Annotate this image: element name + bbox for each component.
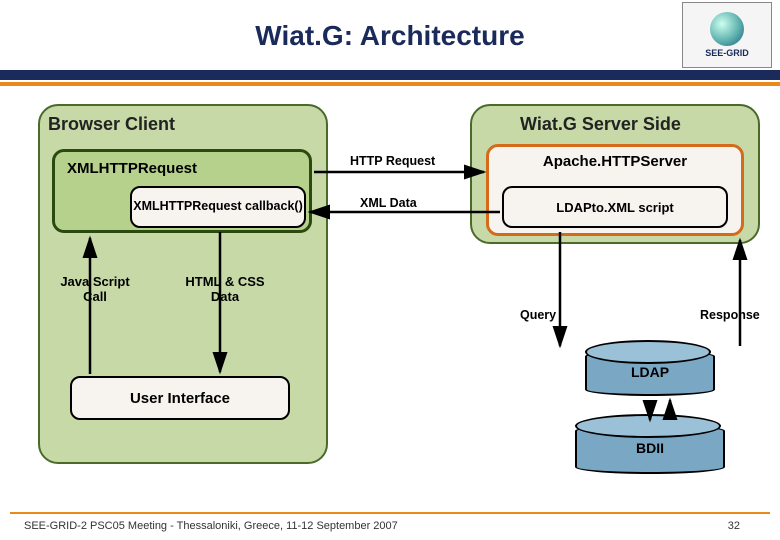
architecture-diagram: Browser Client Wiat.G Server Side XMLHTT… <box>0 86 780 506</box>
javascript-call-label: Java Script Call <box>50 274 140 304</box>
query-label: Query <box>520 308 556 322</box>
footer-text: SEE-GRID-2 PSC05 Meeting - Thessaloniki,… <box>0 520 398 532</box>
header-rule-dark <box>0 70 780 80</box>
xml-data-label: XML Data <box>360 196 417 210</box>
server-side-title: Wiat.G Server Side <box>520 114 681 135</box>
browser-client-title: Browser Client <box>48 114 175 135</box>
slide-footer: SEE-GRID-2 PSC05 Meeting - Thessaloniki,… <box>0 512 780 534</box>
html-css-data-label: HTML & CSS Data <box>170 274 280 304</box>
ldaptoxml-script-box: LDAPto.XML script <box>502 186 728 228</box>
slide-number: 32 <box>728 520 740 532</box>
xhr-callback-box: XMLHTTPRequest callback() <box>130 186 306 228</box>
ldap-store: LDAP <box>585 350 715 396</box>
http-request-label: HTTP Request <box>350 154 435 168</box>
response-label: Response <box>700 308 760 322</box>
slide-title: Wiat.G: Architecture <box>0 20 780 52</box>
see-grid-logo: SEE-GRID <box>682 2 772 68</box>
user-interface-box: User Interface <box>70 376 290 420</box>
globe-icon <box>710 12 744 46</box>
bdii-store: BDII <box>575 424 725 474</box>
